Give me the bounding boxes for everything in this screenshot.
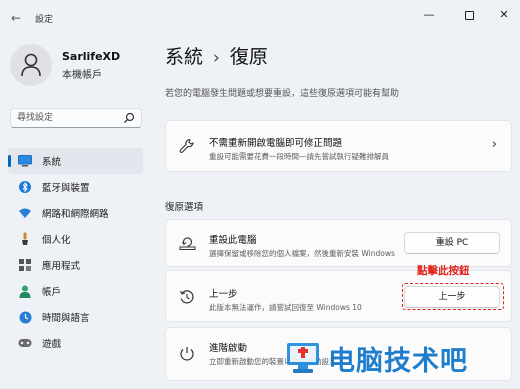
card-description: 此版本無法運作，請嘗試回復至 Windows 10 xyxy=(209,303,362,312)
sidebar-item-accounts[interactable]: 帳戶 xyxy=(8,278,143,304)
title-bar: ← 設定 — ✕ xyxy=(0,0,520,34)
card-description: 選擇保留或移除您的個人檔案，然後重新安裝 Windows xyxy=(209,249,395,258)
breadcrumb-parent[interactable]: 系統 xyxy=(165,46,203,68)
reset-pc-card: 重設此電腦 選擇保留或移除您的個人檔案，然後重新安裝 Windows 重設 PC xyxy=(165,219,512,267)
globe-clock-icon xyxy=(18,310,32,324)
sidebar-item-time-language[interactable]: 時間與語言 xyxy=(8,304,143,330)
card-title: 上一步 xyxy=(209,289,238,300)
history-icon xyxy=(180,290,194,304)
person-icon xyxy=(18,284,32,298)
close-button[interactable]: ✕ xyxy=(493,6,515,24)
sidebar-item-apps[interactable]: 應用程式 xyxy=(8,252,143,278)
watermark-text: 电脑技术吧 xyxy=(328,345,468,377)
sidebar-item-label: 系統 xyxy=(42,157,62,168)
watermark-logo-icon xyxy=(287,343,319,373)
maximize-button[interactable] xyxy=(458,6,480,24)
bluetooth-icon xyxy=(18,180,32,194)
watermark: 电脑技术吧 xyxy=(284,337,468,379)
search-box[interactable] xyxy=(10,108,142,128)
sidebar-nav: 系統 藍牙與裝置 網路和網際網路 個人化 應用程式 帳戶 時間與語言 遊戲 xyxy=(8,148,143,356)
maximize-icon xyxy=(464,10,474,20)
card-title: 重設此電腦 xyxy=(209,235,257,246)
page-title: 復原 xyxy=(229,46,268,68)
sidebar-item-personalization[interactable]: 個人化 xyxy=(8,226,143,252)
user-icon xyxy=(21,53,41,77)
sidebar-item-network[interactable]: 網路和網際網路 xyxy=(8,200,143,226)
app-title: 設定 xyxy=(35,15,54,25)
monitor-icon xyxy=(18,154,32,168)
troubleshoot-card[interactable]: 不需重新開啟電腦即可修正問題 重設可能需要花費一段時間—請先嘗試執行疑難排解員 … xyxy=(165,120,512,172)
sidebar-item-system[interactable]: 系統 xyxy=(8,148,143,174)
apps-icon xyxy=(18,258,32,272)
annotation-highlight xyxy=(402,283,504,310)
avatar[interactable] xyxy=(10,44,52,86)
sidebar-item-gaming[interactable]: 遊戲 xyxy=(8,330,143,356)
minimize-button[interactable]: — xyxy=(418,6,440,24)
sidebar-item-label: 時間與語言 xyxy=(42,313,90,324)
sidebar-item-label: 應用程式 xyxy=(42,261,81,272)
paintbrush-icon xyxy=(18,232,32,246)
sidebar-item-label: 藍牙與裝置 xyxy=(42,183,90,194)
wifi-icon xyxy=(18,206,32,220)
sidebar-item-label: 帳戶 xyxy=(42,287,62,298)
sidebar-item-label: 遊戲 xyxy=(42,339,62,350)
user-name: SarlifeXD xyxy=(62,50,121,63)
account-type: 本機帳戶 xyxy=(62,70,102,81)
annotation-label: 點擊此按鈕 xyxy=(417,265,470,277)
chevron-right-icon: › xyxy=(491,137,497,152)
advanced-startup-icon xyxy=(180,347,194,361)
search-input[interactable] xyxy=(17,111,121,125)
page-subtitle: 若您的電腦發生問題或想要重設，這些復原選項可能有幫助 xyxy=(165,89,400,99)
gamepad-icon xyxy=(18,336,32,350)
card-title: 進階啟動 xyxy=(209,343,248,354)
sidebar-item-bluetooth[interactable]: 藍牙與裝置 xyxy=(8,174,143,200)
back-button[interactable]: ← xyxy=(8,10,24,26)
card-description: 重設可能需要花費一段時間—請先嘗試執行疑難排解員 xyxy=(209,152,389,161)
breadcrumb: 系統 › 復原 xyxy=(165,42,268,69)
sidebar-item-label: 個人化 xyxy=(42,235,71,246)
sidebar-item-label: 網路和網際網路 xyxy=(42,209,109,220)
reset-pc-button[interactable]: 重設 PC xyxy=(404,232,500,254)
breadcrumb-separator: › xyxy=(213,48,220,68)
search-icon[interactable] xyxy=(123,112,135,124)
section-title: 復原選項 xyxy=(165,202,204,213)
wrench-icon xyxy=(179,138,194,153)
reset-pc-icon xyxy=(179,237,196,250)
card-title: 不需重新開啟電腦即可修正問題 xyxy=(209,138,343,149)
